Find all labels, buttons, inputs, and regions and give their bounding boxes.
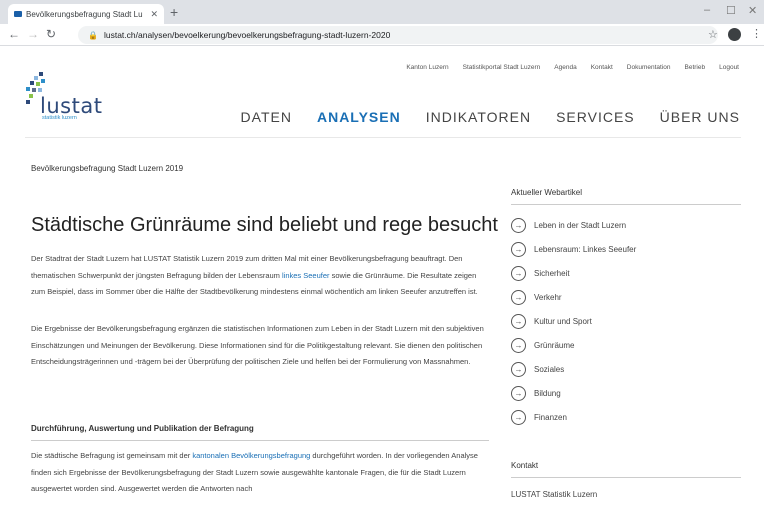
sidebar-item-label: Sicherheit: [534, 268, 570, 278]
sidebar-item-finanzen[interactable]: → Finanzen: [511, 409, 567, 425]
logo-subtitle: statistik luzern: [42, 115, 77, 121]
tab-close-icon[interactable]: ✕: [150, 9, 158, 20]
logo-dot: [26, 87, 30, 91]
arrow-circle-icon: →: [511, 337, 526, 353]
logo-dot: [38, 88, 42, 92]
top-link-betrieb[interactable]: Betrieb: [685, 64, 706, 71]
top-link-logout[interactable]: Logout: [719, 64, 739, 71]
account-avatar-icon[interactable]: [728, 28, 741, 41]
nav-services[interactable]: SERVICES: [556, 109, 635, 125]
back-icon[interactable]: ←: [8, 27, 20, 41]
address-bar: ← → ↻ 🔒 lustat.ch/analysen/bevoelkerung/…: [0, 24, 764, 46]
page-title: Städtische Grünräume sind beliebt und re…: [31, 214, 498, 236]
sidebar-item-lebensraum[interactable]: → Lebensraum: Linkes Seeufer: [511, 241, 636, 257]
third-paragraph: Die städtische Befragung ist gemeinsam m…: [31, 448, 489, 498]
lock-icon: 🔒: [88, 30, 98, 40]
nav-ueber-uns[interactable]: ÜBER UNS: [660, 109, 740, 125]
nav-indikatoren[interactable]: INDIKATOREN: [426, 109, 531, 125]
lustat-logo[interactable]: lustat statistik luzern: [26, 72, 126, 122]
arrow-circle-icon: →: [511, 289, 526, 305]
nav-analysen[interactable]: ANALYSEN: [317, 109, 401, 125]
sidebar-heading: Aktueller Webartikel: [511, 188, 582, 197]
logo-dot: [39, 72, 43, 76]
sidebar-item-label: Finanzen: [534, 412, 567, 422]
top-link-dokumentation[interactable]: Dokumentation: [627, 64, 671, 71]
logo-dot: [34, 76, 38, 80]
sidebar-divider: [511, 204, 741, 205]
arrow-circle-icon: →: [511, 265, 526, 281]
logo-dot: [29, 94, 33, 98]
top-link-kontakt[interactable]: Kontakt: [591, 64, 613, 71]
contact-name: LUSTAT Statistik Luzern: [511, 490, 598, 499]
url-field[interactable]: 🔒 lustat.ch/analysen/bevoelkerung/bevoel…: [78, 26, 718, 44]
second-paragraph: Die Ergebnisse der Bevölkerungsbefragung…: [31, 324, 484, 367]
arrow-circle-icon: →: [511, 361, 526, 377]
arrow-circle-icon: →: [511, 217, 526, 233]
third-text-a: Die städtische Befragung ist gemeinsam m…: [31, 451, 193, 460]
sidebar-item-label: Verkehr: [534, 292, 562, 302]
sidebar-item-label: Leben in der Stadt Luzern: [534, 220, 627, 230]
logo-dot: [32, 88, 36, 92]
sidebar-item-leben[interactable]: → Leben in der Stadt Luzern: [511, 217, 626, 233]
nav-daten[interactable]: DATEN: [241, 109, 292, 125]
maximize-icon[interactable]: ☐: [726, 4, 736, 17]
main-nav: DATEN ANALYSEN INDIKATOREN SERVICES ÜBER…: [241, 109, 740, 125]
browser-tabbar: Bevölkerungsbefragung Stadt Lu ✕ + – ☐ ✕: [0, 0, 764, 24]
url-text: lustat.ch/analysen/bevoelkerung/bevoelke…: [103, 30, 391, 40]
arrow-circle-icon: →: [511, 409, 526, 425]
tab-title: Bevölkerungsbefragung Stadt Lu: [26, 9, 143, 19]
logo-dot: [26, 100, 30, 104]
section-heading: Durchführung, Auswertung und Publikation…: [31, 424, 254, 433]
logo-dot: [36, 82, 40, 86]
sidebar-item-sicherheit[interactable]: → Sicherheit: [511, 265, 570, 281]
sidebar-item-label: Kultur und Sport: [534, 316, 592, 326]
sidebar-item-bildung[interactable]: → Bildung: [511, 385, 561, 401]
link-kantonale-befragung[interactable]: kantonalen Bevölkerungsbefragung: [192, 451, 310, 460]
sidebar-item-label: Bildung: [534, 388, 561, 398]
minimize-icon[interactable]: –: [704, 4, 710, 16]
sidebar-item-kultur[interactable]: → Kultur und Sport: [511, 313, 592, 329]
sidebar-item-soziales[interactable]: → Soziales: [511, 361, 564, 377]
favicon-icon: [14, 11, 22, 17]
sidebar-item-gruenraeume[interactable]: → Grünräume: [511, 337, 574, 353]
sidebar-item-label: Soziales: [534, 364, 565, 374]
sidebar-item-label: Lebensraum: Linkes Seeufer: [534, 244, 637, 254]
top-links: Kanton Luzern Statistikportal Stadt Luze…: [406, 64, 739, 71]
close-window-icon[interactable]: ✕: [748, 4, 757, 17]
arrow-circle-icon: →: [511, 313, 526, 329]
sidebar-item-verkehr[interactable]: → Verkehr: [511, 289, 562, 305]
browser-menu-icon[interactable]: ⋮: [751, 27, 762, 40]
section-divider: [31, 440, 489, 441]
new-tab-icon[interactable]: +: [170, 4, 178, 20]
contact-divider: [511, 477, 741, 478]
arrow-circle-icon: →: [511, 241, 526, 257]
top-link-statistikportal[interactable]: Statistikportal Stadt Luzern: [463, 64, 541, 71]
arrow-circle-icon: →: [511, 385, 526, 401]
top-link-kanton[interactable]: Kanton Luzern: [406, 64, 448, 71]
top-link-agenda[interactable]: Agenda: [554, 64, 576, 71]
browser-tab[interactable]: Bevölkerungsbefragung Stadt Lu ✕: [8, 4, 164, 24]
link-linkes-seeufer[interactable]: linkes Seeufer: [282, 271, 330, 280]
header-divider: [25, 137, 741, 138]
forward-icon[interactable]: →: [27, 27, 39, 41]
intro-paragraph: Der Stadtrat der Stadt Luzern hat LUSTAT…: [31, 251, 489, 301]
bookmark-star-icon[interactable]: ☆: [708, 28, 718, 41]
logo-dot: [41, 79, 45, 83]
logo-dot: [30, 81, 34, 85]
sidebar-item-label: Grünräume: [534, 340, 575, 350]
breadcrumb: Bevölkerungsbefragung Stadt Luzern 2019: [31, 164, 184, 173]
reload-icon[interactable]: ↻: [46, 27, 56, 41]
contact-heading: Kontakt: [511, 461, 539, 470]
